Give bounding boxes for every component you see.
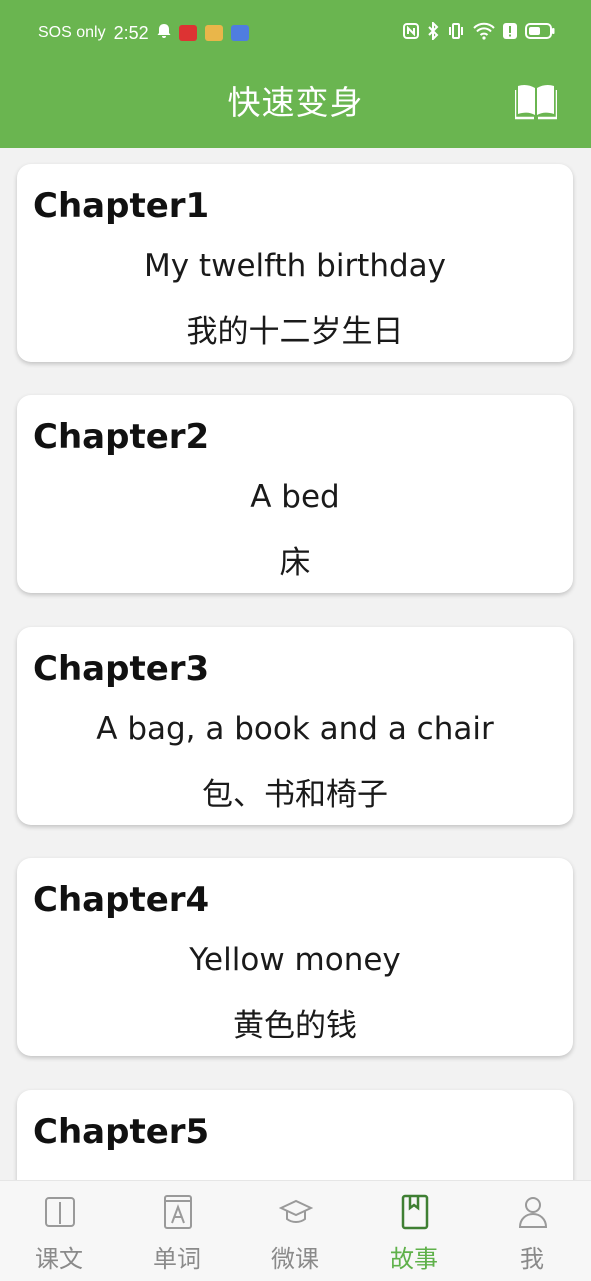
chapter-label: Chapter2 (33, 417, 210, 457)
nfc-icon (403, 23, 419, 43)
tab-words[interactable]: 单词 (118, 1181, 236, 1281)
bell-icon (157, 23, 171, 44)
chapter-title-chinese: 床 (279, 545, 311, 581)
status-right (403, 20, 555, 44)
chapter-card[interactable]: Chapter5 (17, 1090, 573, 1180)
app-header: 快速变身 (0, 62, 591, 148)
app-notification-icon (204, 25, 223, 41)
tab-label: 课文 (35, 1245, 83, 1273)
book-icon (45, 1197, 75, 1227)
chapter-label: Chapter1 (33, 186, 210, 226)
status-bar: SOS only 2:52 (0, 0, 591, 62)
chapter-label: Chapter3 (33, 649, 210, 689)
bluetooth-icon (427, 20, 439, 44)
page-title: 快速变身 (227, 83, 364, 122)
chapter-card[interactable]: Chapter3 A bag, a book and a chair 包、书和椅… (17, 627, 573, 825)
tab-me[interactable]: 我 (473, 1181, 591, 1281)
letter-a-icon (164, 1195, 192, 1229)
status-left: SOS only 2:52 (38, 22, 249, 44)
bottom-nav: 课文 单词 微课 故事 我 (0, 1180, 591, 1281)
chapter-card[interactable]: Chapter1 My twelfth birthday 我的十二岁生日 (17, 164, 573, 362)
chapter-card[interactable]: Chapter2 A bed 床 (17, 395, 573, 593)
chapter-title-chinese: 黄色的钱 (233, 1008, 357, 1044)
alert-icon (503, 23, 517, 43)
wifi-icon (473, 22, 495, 44)
chapter-label: Chapter4 (33, 880, 210, 920)
bookmark-book-icon (401, 1194, 429, 1230)
tab-label: 微课 (271, 1245, 319, 1273)
battery-icon (525, 23, 555, 43)
tab-label: 故事 (390, 1245, 438, 1273)
tab-stories[interactable]: 故事 (355, 1181, 473, 1281)
vibrate-icon (447, 23, 465, 43)
chapter-title-english: A bed (250, 479, 340, 515)
chapter-title-chinese: 包、书和椅子 (202, 777, 388, 813)
chapter-title-english: Yellow money (189, 942, 401, 978)
chapter-title-chinese: 我的十二岁生日 (186, 314, 404, 350)
tab-lessons[interactable]: 课文 (0, 1181, 118, 1281)
chapter-list[interactable]: Chapter1 My twelfth birthday 我的十二岁生日 Cha… (0, 148, 591, 1180)
carrier-text: SOS only (38, 24, 106, 41)
tab-label: 我 (520, 1245, 544, 1273)
book-open-icon[interactable] (513, 80, 559, 120)
chapter-label: Chapter5 (33, 1112, 210, 1152)
chapter-title-english: A bag, a book and a chair (96, 711, 494, 747)
chapter-card[interactable]: Chapter4 Yellow money 黄色的钱 (17, 858, 573, 1056)
graduation-cap-icon (279, 1199, 313, 1223)
app-notification-icon (230, 25, 249, 41)
tab-micro-lessons[interactable]: 微课 (236, 1181, 354, 1281)
person-icon (518, 1197, 548, 1228)
clock: 2:52 (113, 22, 149, 43)
chapter-title-english: My twelfth birthday (143, 248, 447, 284)
tab-label: 单词 (153, 1245, 201, 1273)
app-notification-icon (178, 25, 197, 41)
